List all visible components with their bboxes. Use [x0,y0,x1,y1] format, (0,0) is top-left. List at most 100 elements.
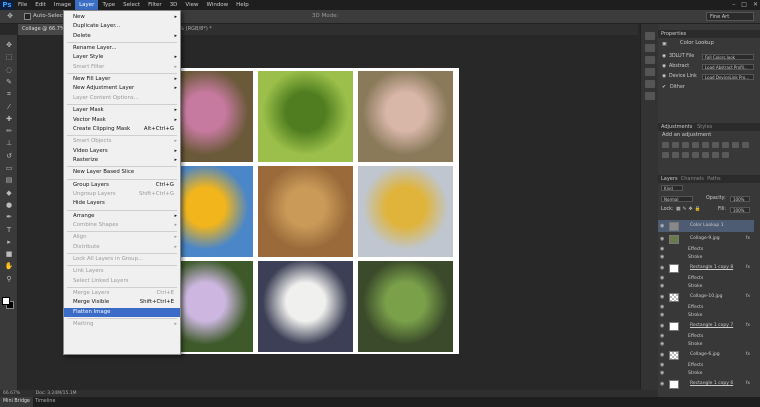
adjustment-preset-icon[interactable] [692,142,699,148]
eye-icon[interactable]: ◉ [660,265,665,271]
menu-item-select-linked-layers[interactable]: Select Linked Layers [64,277,180,286]
layer-row[interactable]: ◉ Collage-6.jpg fx [658,349,754,361]
foreground-color-swatch[interactable] [2,297,10,305]
layer-effect-row[interactable]: ◉ Stroke [658,254,754,261]
maximize-icon[interactable]: □ [741,0,747,10]
menu-view[interactable]: View [181,0,202,10]
eye-icon[interactable]: ◉ [660,284,665,289]
lut-radio[interactable]: ◉ [662,63,666,70]
adjustment-preset-icon[interactable] [722,142,729,148]
brush-icon[interactable]: ✏ [3,127,15,136]
menu-item-new-adjustment-layer[interactable]: New Adjustment Layer ▸ [64,84,180,93]
menu-select[interactable]: Select [119,0,144,10]
adjustment-preset-icon[interactable] [712,142,719,148]
bottom-tab-mini-bridge[interactable]: Mini Bridge [0,397,34,407]
layer-row[interactable]: ◉ Collage-10.jpg fx [658,291,754,303]
opacity-field[interactable]: 100% [730,196,750,202]
lut-radio[interactable]: ◉ [662,53,666,60]
menu-type[interactable]: Type [98,0,119,10]
properties-panel-title[interactable]: Properties [658,30,760,38]
layer-row[interactable]: ◉ Color Lookup 1 [658,220,754,232]
adjustment-preset-icon[interactable] [732,142,739,148]
lut-select[interactable]: Load DeviceLink Pro... [702,73,754,80]
close-icon[interactable]: ✕ [753,0,758,10]
layer-effect-row[interactable]: ◉ Effects [658,362,754,369]
menu-item-vector-mask[interactable]: Vector Mask ▸ [64,116,180,125]
layer-effect-row[interactable]: ◉ Stroke [658,370,754,377]
menu-item-smart-objects[interactable]: Smart Objects ▸ [64,137,180,146]
adjustment-preset-icon[interactable] [672,152,679,158]
menu-item-distribute[interactable]: Distribute ▸ [64,243,180,252]
panel-toggle-icon[interactable] [645,56,655,64]
menu-item-create-clipping-mask[interactable]: Create Clipping Mask Alt+Ctrl+G [64,125,180,134]
menu-item-flatten-image[interactable]: Flatten Image [64,307,180,317]
adjustment-preset-icon[interactable] [682,152,689,158]
eraser-icon[interactable]: ▭ [3,164,15,173]
menu-file[interactable]: File [14,0,31,10]
adjustment-preset-icon[interactable] [672,142,679,148]
minimize-icon[interactable]: – [732,0,735,10]
crop-icon[interactable]: ⌗ [3,90,15,99]
eye-icon[interactable]: ◉ [660,342,665,347]
menu-item-video-layers[interactable]: Video Layers ▸ [64,147,180,156]
workspace-select[interactable]: Fine Art [706,12,754,21]
eye-icon[interactable]: ◉ [660,363,665,368]
menu-item-delete[interactable]: Delete ▸ [64,32,180,41]
hand-icon[interactable]: ✋ [3,262,15,271]
eye-icon[interactable]: ◉ [660,223,665,229]
marquee-icon[interactable]: ⬚ [3,53,15,62]
layer-effect-row[interactable]: ◉ Effects [658,333,754,340]
auto-select-checkbox[interactable] [24,13,31,20]
menu-item-arrange[interactable]: Arrange ▸ [64,212,180,221]
stamp-icon[interactable]: ⊥ [3,139,15,148]
gradient-icon[interactable]: ▤ [3,176,15,185]
zoom-level[interactable]: 66.67% [0,391,20,396]
dodge-icon[interactable]: ● [3,201,15,210]
menu-layer[interactable]: Layer [75,0,99,10]
layer-row[interactable]: ◉ Rectangle 1 copy 6 fx [658,378,754,390]
blend-mode-select[interactable]: Normal [661,196,693,202]
menu-item-merge-visible[interactable]: Merge Visible Shift+Ctrl+E [64,298,180,307]
layer-effect-row[interactable]: ◉ Effects [658,246,754,253]
fx-icon[interactable]: fx [746,349,750,361]
menu-item-link-layers[interactable]: Link Layers [64,267,180,276]
eye-icon[interactable]: ◉ [660,276,665,281]
lut-radio[interactable]: ◉ [662,73,666,80]
menu-edit[interactable]: Edit [31,0,50,10]
adjustment-preset-icon[interactable] [662,152,669,158]
shape-icon[interactable]: ■ [3,250,15,259]
menu-item-new-fill-layer[interactable]: New Fill Layer ▸ [64,75,180,84]
layer-effect-row[interactable]: ◉ Effects [658,275,754,282]
lock-icons[interactable]: ▦✎✥🔒 [676,206,703,213]
adjustment-preset-icon[interactable] [742,142,749,148]
quick-select-icon[interactable]: ✎ [3,78,15,87]
menu-3d[interactable]: 3D [166,0,182,10]
menu-item-layer-content-options[interactable]: Layer Content Options... [64,94,180,103]
adjustment-preset-icon[interactable] [662,142,669,148]
menu-item-matting[interactable]: Matting ▸ [64,320,180,329]
menu-item-hide-layers[interactable]: Hide Layers [64,199,180,208]
tab-styles[interactable]: Styles [697,124,712,130]
fx-icon[interactable]: fx [746,378,750,390]
menu-item-align[interactable]: Align ▸ [64,233,180,242]
menu-item-group-layers[interactable]: Group Layers Ctrl+G [64,181,180,190]
eye-icon[interactable]: ◉ [660,255,665,260]
panel-toggle-icon[interactable] [645,80,655,88]
healing-icon[interactable]: ✚ [3,115,15,124]
eye-icon[interactable]: ◉ [660,305,665,310]
tab-layers[interactable]: Layers [661,176,678,182]
fx-icon[interactable]: fx [746,233,750,245]
eye-icon[interactable]: ◉ [660,323,665,329]
menu-item-ungroup-layers[interactable]: Ungroup Layers Shift+Ctrl+G [64,190,180,199]
panel-toggle-icon[interactable] [645,32,655,40]
lut-select[interactable]: Fall Colors.look [702,53,754,60]
fill-field[interactable]: 100% [730,207,750,213]
zoom-icon[interactable]: ⚲ [3,275,15,284]
layer-kind-filter[interactable]: Kind [661,185,683,191]
adjustment-preset-icon[interactable] [692,152,699,158]
path-select-icon[interactable]: ▸ [3,238,15,247]
eye-icon[interactable]: ◉ [660,352,665,358]
menu-item-combine-shapes[interactable]: Combine Shapes ▸ [64,221,180,230]
menu-window[interactable]: Window [202,0,232,10]
eye-icon[interactable]: ◉ [660,334,665,339]
